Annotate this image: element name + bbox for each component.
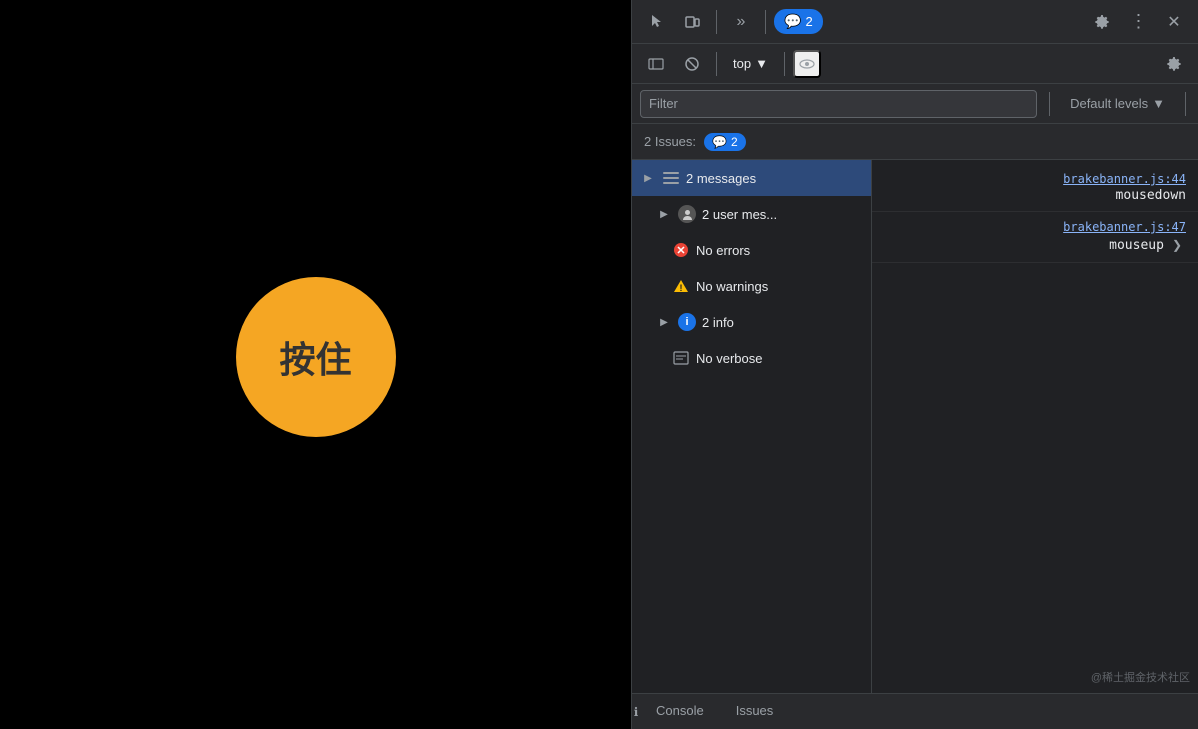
filter-divider	[1049, 92, 1050, 116]
watermark: @稀土掘金技术社区	[1091, 669, 1190, 685]
tree-item-messages[interactable]: 2 messages	[632, 160, 871, 196]
devtools-toolbar-top: » 💬 2 ⋮ ✕	[632, 0, 1198, 44]
tree-item-no-verbose[interactable]: No verbose	[632, 340, 871, 376]
issues-label: 2 Issues:	[644, 134, 696, 149]
close-devtools-btn[interactable]: ✕	[1158, 6, 1190, 38]
bottom-info-btn[interactable]: ℹ	[634, 705, 639, 719]
toolbar-divider-4	[784, 52, 785, 76]
issues-bar: 2 Issues: 💬 2	[632, 124, 1198, 160]
frame-selector-arrow: ▼	[755, 56, 768, 71]
tab-console-label: Console	[656, 703, 704, 718]
issues-badge-count: 2	[731, 135, 738, 149]
default-levels-label: Default levels	[1070, 96, 1148, 111]
svg-text:!: !	[680, 283, 683, 293]
console-settings-btn[interactable]	[1158, 48, 1190, 80]
message-entry-mousedown[interactable]: brakebanner.js:44 mousedown	[872, 164, 1198, 212]
tree-item-info-label: 2 info	[702, 315, 734, 330]
circle-text: 按住	[279, 331, 351, 383]
tree-arrow-messages	[640, 170, 656, 186]
message-entry-mouseup[interactable]: brakebanner.js:47 mouseup ❯	[872, 212, 1198, 263]
event-name-mousedown: mousedown	[1116, 188, 1186, 203]
tree-item-user-messages-label: 2 user mes...	[702, 207, 777, 222]
message-icon: 💬	[784, 13, 801, 30]
frame-selector[interactable]: top ▼	[725, 52, 776, 75]
info-icon: i	[678, 313, 696, 331]
device-toolbar-btn[interactable]	[676, 6, 708, 38]
webpage-preview: 按住	[0, 0, 631, 729]
clear-console-btn[interactable]	[676, 48, 708, 80]
issues-badge[interactable]: 💬 2	[704, 133, 746, 151]
message-link-brakebanner-47[interactable]: brakebanner.js:47	[1063, 220, 1186, 234]
tree-item-messages-label: 2 messages	[686, 171, 756, 186]
error-icon: ✕	[672, 241, 690, 259]
filter-input[interactable]	[640, 90, 1037, 118]
more-options-btn[interactable]: ⋮	[1122, 6, 1154, 38]
messages-count: 2	[805, 14, 812, 29]
toolbar-divider-3	[716, 52, 717, 76]
live-expressions-btn[interactable]	[793, 50, 821, 78]
devtools-toolbar-second: top ▼	[632, 44, 1198, 84]
sidebar-toggle-btn[interactable]	[640, 48, 672, 80]
messages-list-icon	[662, 169, 680, 187]
event-name-mouseup: mouseup	[1109, 238, 1164, 253]
settings-btn[interactable]	[1086, 6, 1118, 38]
user-icon	[678, 205, 696, 223]
frame-selector-label: top	[733, 56, 751, 71]
tree-item-no-errors[interactable]: ✕ No errors	[632, 232, 871, 268]
tab-console[interactable]: Console	[640, 694, 720, 729]
tab-issues-label: Issues	[736, 703, 774, 718]
default-levels-arrow: ▼	[1152, 96, 1165, 111]
tree-item-no-verbose-label: No verbose	[696, 351, 762, 366]
devtools-panel: » 💬 2 ⋮ ✕	[631, 0, 1198, 729]
message-tree: 2 messages 2 user mes... ✕	[632, 160, 872, 693]
verbose-icon	[672, 349, 690, 367]
tree-item-no-errors-label: No errors	[696, 243, 750, 258]
message-link-brakebanner-44[interactable]: brakebanner.js:44	[1063, 172, 1186, 186]
message-panel: brakebanner.js:44 mousedown brakebanner.…	[872, 160, 1198, 693]
tree-item-no-warnings-label: No warnings	[696, 279, 768, 294]
tree-item-no-warnings[interactable]: ! No warnings	[632, 268, 871, 304]
more-tools-btn[interactable]: »	[725, 6, 757, 38]
warning-icon: !	[672, 277, 690, 295]
tree-item-user-messages[interactable]: 2 user mes...	[632, 196, 871, 232]
close-icon: ✕	[1167, 12, 1180, 32]
orange-circle[interactable]: 按住	[236, 277, 396, 437]
bottom-tabbar: ℹ Console Issues	[632, 693, 1198, 729]
tree-arrow-info	[656, 314, 672, 330]
tab-issues[interactable]: Issues	[720, 694, 790, 729]
toolbar-divider-1	[716, 10, 717, 34]
messages-badge-btn[interactable]: 💬 2	[774, 9, 823, 34]
more-options-icon: ⋮	[1130, 11, 1147, 32]
cursor-tool-btn[interactable]	[640, 6, 672, 38]
tree-item-info[interactable]: i 2 info	[632, 304, 871, 340]
toolbar-divider-2	[765, 10, 766, 34]
filter-bar: Default levels ▼	[632, 84, 1198, 124]
default-levels-btn[interactable]: Default levels ▼	[1062, 92, 1173, 115]
tree-arrow-user	[656, 206, 672, 222]
filter-divider-2	[1185, 92, 1186, 116]
console-content: 2 messages 2 user mes... ✕	[632, 160, 1198, 693]
svg-text:✕: ✕	[676, 245, 685, 257]
expand-arrow-mouseup[interactable]: ❯	[1168, 236, 1186, 254]
issues-badge-icon: 💬	[712, 135, 727, 149]
